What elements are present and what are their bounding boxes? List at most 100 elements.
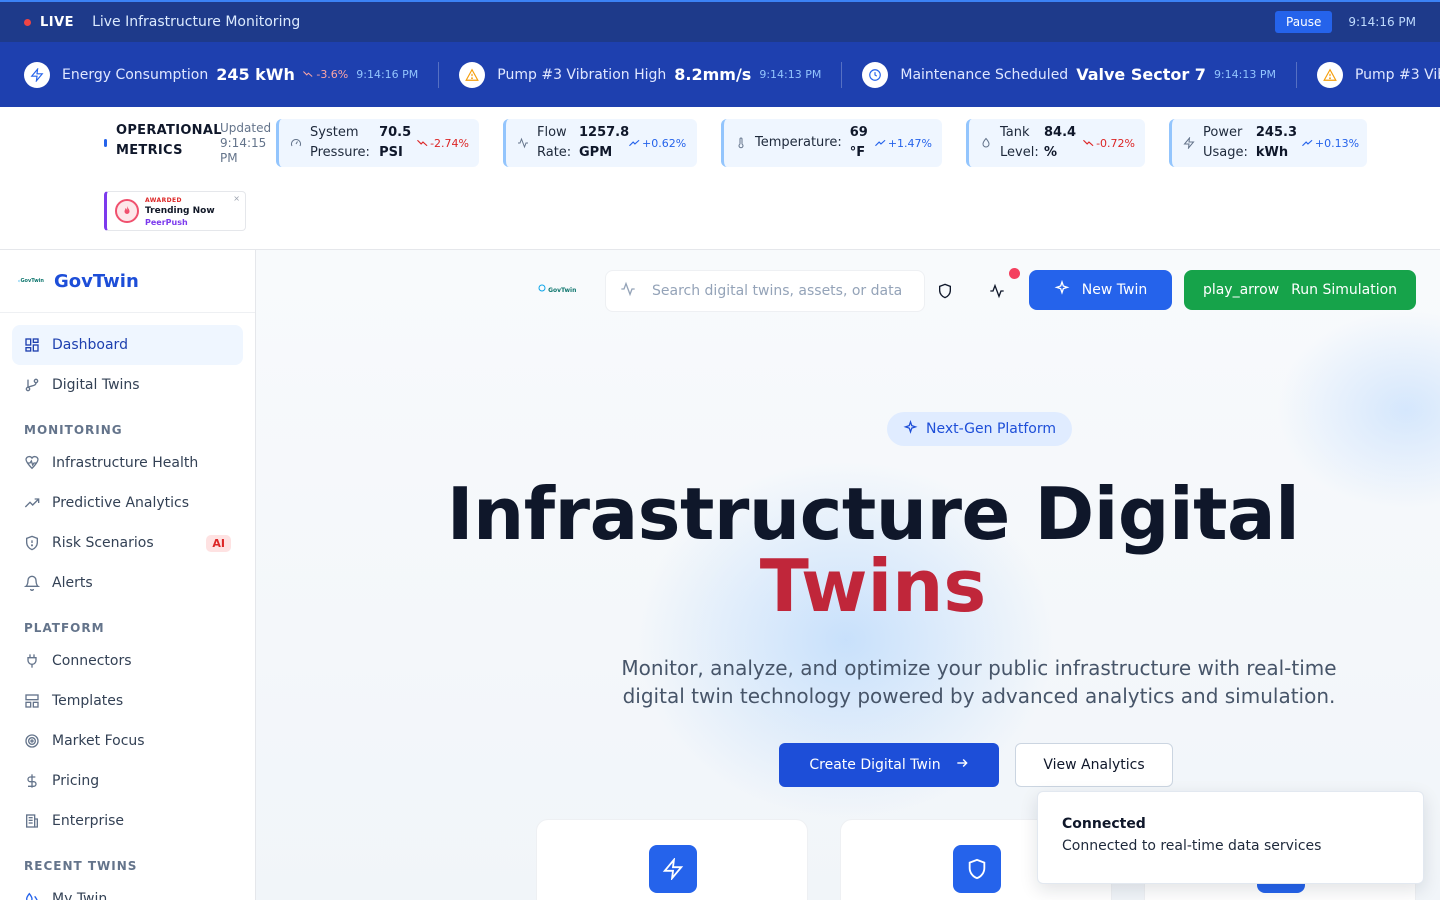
ticker-value: Valve Sector 7 (1076, 65, 1206, 84)
sidebar: GovTwin GovTwin Dashboard Digital Twins … (0, 250, 256, 900)
sidebar-item-pricing[interactable]: Pricing (12, 761, 243, 801)
search-input[interactable] (652, 283, 907, 299)
metric-card-flow[interactable]: Flow Rate: 1257.8 GPM +0.62% (503, 119, 697, 167)
new-twin-label: New Twin (1081, 282, 1148, 298)
sidebar-item-label: Digital Twins (52, 377, 140, 393)
gauge-icon (290, 137, 302, 149)
plug-icon (24, 653, 40, 669)
sidebar-item-label: Enterprise (52, 813, 125, 829)
run-simulation-button[interactable]: play_arrow Run Simulation (1184, 270, 1416, 310)
clock-icon (862, 61, 889, 88)
next-gen-pill: Next-Gen Platform (887, 412, 1073, 446)
sidebar-item-predictive-analytics[interactable]: Predictive Analytics (12, 483, 243, 523)
peerpush-award-badge[interactable]: AWARDED Trending Now PeerPush × (104, 191, 246, 231)
activity-icon (517, 137, 529, 149)
metric-change: -2.74% (417, 137, 469, 150)
sidebar-item-label: My Twin (52, 891, 108, 900)
building-icon (24, 813, 40, 829)
brand-name: GovTwin (54, 270, 139, 292)
toast-message: Connected to real-time data services (1062, 838, 1322, 854)
ticker-item[interactable]: Pump #3 Vibration High 8.2mm/s 9:14:13 P… (459, 61, 822, 88)
sidebar-item-label: Risk Scenarios (52, 535, 154, 551)
dollar-icon (24, 773, 40, 789)
metric-change-value: +1.47% (887, 136, 932, 150)
ticker-time: 9:14:16 PM (356, 68, 419, 81)
feature-card[interactable] (536, 819, 808, 900)
notification-dot (1009, 268, 1020, 279)
sidebar-item-enterprise[interactable]: Enterprise (12, 801, 243, 841)
sidebar-item-templates[interactable]: Templates (12, 681, 243, 721)
ticker-separator (438, 61, 440, 88)
metric-change: +0.62% (629, 137, 686, 150)
brand-logo-icon: GovTwin (18, 275, 44, 287)
create-digital-twin-button[interactable]: Create Digital Twin (779, 743, 999, 787)
zap-icon (649, 845, 697, 893)
sparkles-icon (903, 419, 918, 439)
sidebar-nav: Dashboard Digital Twins MONITORING Infra… (0, 313, 255, 900)
sidebar-section-recent: RECENT TWINS (24, 859, 138, 873)
hero-subtitle: Monitor, analyze, and optimize your publ… (621, 656, 1337, 708)
shield-icon[interactable] (932, 278, 958, 304)
badge-close-icon[interactable]: × (233, 194, 240, 203)
brand-logo-text: GovTwin (20, 278, 44, 284)
sidebar-item-label: Connectors (52, 653, 132, 669)
sidebar-item-infrastructure-health[interactable]: Infrastructure Health (12, 443, 243, 483)
pause-button[interactable]: Pause (1275, 11, 1333, 33)
zap-icon (1183, 137, 1195, 149)
metrics-title: OPERATIONAL METRICS (116, 123, 222, 158)
metric-value: 84.4 % (1044, 125, 1077, 160)
ticker-value: 8.2mm/s (674, 65, 752, 84)
metrics-accent-bar (104, 139, 107, 147)
sidebar-item-connectors[interactable]: Connectors (12, 641, 243, 681)
sidebar-item-my-twin[interactable]: My Twin (12, 879, 243, 900)
sidebar-item-risk-scenarios[interactable]: Risk Scenarios AI (12, 523, 243, 563)
sidebar-item-label: Alerts (52, 575, 93, 591)
pulse-activity-icon[interactable] (984, 278, 1010, 304)
activity-icon (620, 281, 636, 301)
badge-brand: PeerPush (145, 217, 188, 227)
metric-card-tank-level[interactable]: Tank Level: 84.4 % -0.72% (966, 119, 1145, 167)
ticker-time: 9:14:13 PM (759, 68, 822, 81)
bell-icon (24, 575, 40, 591)
sidebar-item-dashboard[interactable]: Dashboard (12, 325, 243, 365)
brand[interactable]: GovTwin GovTwin (0, 250, 255, 313)
view-analytics-button[interactable]: View Analytics (1015, 743, 1173, 787)
metric-card-power[interactable]: Power Usage: 245.3 kWh +0.13% (1169, 119, 1367, 167)
metric-card-pressure[interactable]: System Pressure: 70.5 PSI -2.74% (276, 119, 479, 167)
badge-title: Trending Now (145, 205, 215, 216)
trending-up-icon (24, 495, 40, 511)
ticker-value: 245 kWh (216, 65, 295, 84)
sidebar-item-market-focus[interactable]: Market Focus (12, 721, 243, 761)
connection-toast[interactable]: Connected Connected to real-time data se… (1037, 791, 1424, 884)
run-simulation-label: Run Simulation (1291, 282, 1398, 298)
metric-label: System Pressure: (310, 125, 370, 160)
warning-icon (459, 61, 486, 88)
metric-change: +0.13% (1301, 137, 1359, 150)
metric-change: -0.72% (1083, 137, 1135, 150)
metrics-header: OPERATIONAL METRICS Updated 9:14:15 PM (104, 121, 272, 166)
droplet-icon (980, 137, 992, 149)
sidebar-item-digital-twins[interactable]: Digital Twins (12, 365, 243, 405)
ticker-label: Maintenance Scheduled (900, 66, 1069, 83)
new-twin-button[interactable]: New Twin (1029, 270, 1172, 310)
search-box[interactable] (605, 270, 925, 312)
metric-card-temperature[interactable]: Temperature: 69 °F +1.47% (721, 119, 942, 167)
live-monitoring-bar: LIVE Live Infrastructure Monitoring Paus… (0, 0, 1440, 42)
sidebar-item-alerts[interactable]: Alerts (12, 563, 243, 603)
ticker-change-value: -3.6% (316, 68, 349, 81)
ticker-time: 9:14:13 PM (1213, 68, 1276, 81)
thermometer-icon (735, 137, 747, 149)
ai-badge: AI (206, 534, 231, 552)
metric-value: 69 °F (849, 125, 868, 160)
ticker-separator (841, 61, 843, 88)
ticker-item[interactable]: Energy Consumption 245 kWh -3.6% 9:14:16… (24, 61, 419, 88)
metric-change-value: -0.72% (1096, 136, 1135, 150)
sparkles-icon (1054, 279, 1070, 300)
heart-pulse-icon (24, 455, 40, 471)
ticker-label: Pump #3 Vibration High (1354, 66, 1440, 83)
metric-change-value: -2.74% (430, 136, 469, 150)
sidebar-item-label: Predictive Analytics (52, 495, 190, 511)
ticker-item[interactable]: Pump #3 Vibration High (1316, 61, 1440, 88)
sidebar-item-label: Pricing (52, 773, 100, 789)
ticker-item[interactable]: Maintenance Scheduled Valve Sector 7 9:1… (862, 61, 1276, 88)
